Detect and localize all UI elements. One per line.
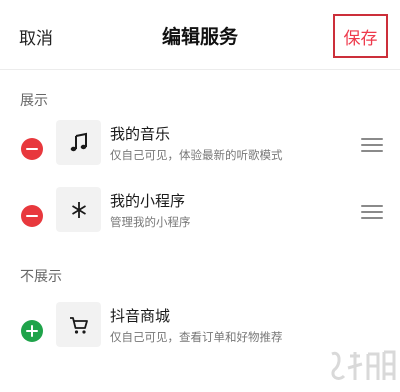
- watermark-logo: [326, 346, 398, 388]
- list-item-my-mini-programs: 我的小程序 管理我的小程序: [0, 186, 400, 246]
- item-title: 我的音乐: [110, 125, 171, 143]
- item-subtitle: 仅自己可见，体验最新的听歌模式: [110, 148, 283, 162]
- remove-icon[interactable]: [21, 205, 43, 227]
- item-subtitle: 管理我的小程序: [110, 215, 191, 229]
- remove-icon[interactable]: [21, 138, 43, 160]
- asterisk-icon: [56, 187, 101, 232]
- cancel-button[interactable]: 取消: [19, 24, 53, 49]
- top-bar: 取消 编辑服务 保存: [0, 0, 400, 70]
- item-title: 抖音商城: [110, 307, 171, 325]
- drag-handle-icon[interactable]: [361, 203, 385, 221]
- list-item-my-music: 我的音乐 仅自己可见，体验最新的听歌模式: [0, 119, 400, 179]
- save-button[interactable]: 保存: [333, 14, 388, 58]
- drag-handle-icon[interactable]: [361, 136, 385, 154]
- section-label-shown: 展示: [20, 93, 48, 109]
- section-label-hidden: 不展示: [20, 269, 62, 285]
- shopping-cart-icon: [56, 302, 101, 347]
- save-label: 保存: [343, 28, 378, 49]
- item-title: 我的小程序: [110, 192, 186, 210]
- add-icon[interactable]: [21, 320, 43, 342]
- item-subtitle: 仅自己可见，查看订单和好物推荐: [110, 330, 283, 344]
- music-note-icon: [56, 120, 101, 165]
